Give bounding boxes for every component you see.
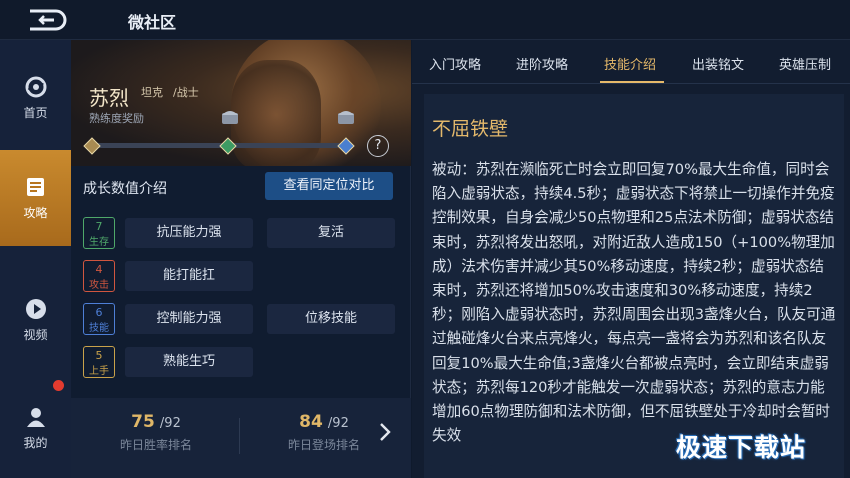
sidebar-item-home[interactable]: 首页 (0, 50, 71, 146)
skill-description: 被动：苏烈在濒临死亡时会立即回复70%最大生命值，同时会陷入虚弱状态，持续4.5… (432, 161, 836, 445)
win-rate-rank-total: /92 (159, 416, 181, 431)
notification-dot (53, 380, 64, 391)
growth-tag: 控制能力强 (125, 304, 253, 334)
rank-stats[interactable]: 75 /92 昨日胜率排名 84 /92 昨日登场排名 (71, 398, 411, 478)
tab-beginner-guide[interactable]: 入门攻略 (429, 54, 481, 73)
level-number: 6 (95, 306, 103, 319)
level-box-skill: 6 技能 (83, 303, 115, 335)
content-panel: 入门攻略 进阶攻略 技能介绍 出装铭文 英雄压制 不屈铁壁 被动：苏烈在濒临死亡… (412, 40, 850, 478)
home-swirl-icon (25, 76, 46, 97)
level-box-survival: 7 生存 (83, 217, 115, 249)
growth-tag: 抗压能力强 (125, 218, 253, 248)
level-number: 4 (95, 263, 103, 276)
proficiency-reward-label: 熟练度奖励 (89, 112, 144, 125)
level-number: 5 (95, 349, 103, 362)
level-box-ease: 5 上手 (83, 346, 115, 378)
back-arrow-icon[interactable] (26, 8, 68, 32)
hero-role-primary: 坦克 (141, 86, 163, 99)
top-bar: 微社区 (0, 0, 850, 40)
active-tab-indicator (600, 81, 664, 83)
sidebar-item-label: 首页 (23, 105, 48, 120)
hero-panel: 苏烈 坦克 /战士 熟练度奖励 ? 成长数值介绍 查看同定位对比 7 生存 抗压… (71, 40, 411, 478)
sidebar-item-label: 我的 (23, 435, 48, 450)
hero-portrait-shadow (231, 60, 321, 166)
sidebar-item-video[interactable]: 视频 (0, 272, 71, 368)
chevron-right-icon[interactable] (377, 422, 393, 442)
growth-title: 成长数值介绍 (83, 181, 167, 197)
tab-skill-intro[interactable]: 技能介绍 (604, 54, 656, 73)
growth-tag: 复活 (267, 218, 395, 248)
sidebar-item-profile[interactable]: 我的 (0, 380, 71, 476)
appearance-rank-total: /92 (327, 416, 349, 431)
sidebar-item-label: 攻略 (23, 205, 48, 220)
appearance-rank-label: 昨日登场排名 (287, 438, 360, 452)
watermark: 极速下载站 (676, 433, 807, 462)
reward-chest-icon (222, 111, 238, 124)
skill-name: 不屈铁壁 (432, 118, 509, 140)
rank-bronze-icon (83, 137, 101, 155)
appearance-rank-value: 84 (299, 412, 323, 432)
help-button[interactable]: ? (367, 135, 389, 157)
sidebar-item-label: 视频 (23, 327, 48, 342)
level-kind: 上手 (89, 366, 109, 377)
video-play-icon (25, 298, 46, 319)
compare-same-role-button[interactable]: 查看同定位对比 (265, 172, 393, 200)
hero-role-secondary: /战士 (173, 86, 199, 99)
guide-doc-icon (26, 177, 44, 196)
growth-tag: 熟能生巧 (125, 347, 253, 377)
rank-emerald-icon (219, 137, 237, 155)
tab-build-inscriptions[interactable]: 出装铭文 (692, 54, 744, 73)
level-box-attack: 4 攻击 (83, 260, 115, 292)
rank-diamond-icon (337, 137, 355, 155)
hero-banner: 苏烈 坦克 /战士 熟练度奖励 ? (71, 40, 411, 166)
page-title: 微社区 (128, 13, 177, 32)
level-kind: 攻击 (89, 280, 109, 291)
level-kind: 技能 (89, 323, 109, 334)
level-kind: 生存 (89, 237, 109, 248)
sidebar: 首页 攻略 视频 我的 (0, 40, 71, 478)
win-rate-rank: 75 /92 昨日胜率排名 (111, 412, 201, 453)
stats-divider (239, 418, 240, 454)
hero-name: 苏烈 (89, 86, 129, 110)
reward-chest-icon (338, 111, 354, 124)
tab-advanced-guide[interactable]: 进阶攻略 (516, 54, 568, 73)
win-rate-rank-value: 75 (131, 412, 155, 432)
level-number: 7 (95, 220, 103, 233)
win-rate-rank-label: 昨日胜率排名 (119, 438, 192, 452)
growth-tag: 能打能扛 (125, 261, 253, 291)
appearance-rank: 84 /92 昨日登场排名 (279, 412, 369, 453)
tab-bar: 入门攻略 进阶攻略 技能介绍 出装铭文 英雄压制 (412, 40, 850, 84)
growth-tag: 位移技能 (267, 304, 395, 334)
tab-hero-counter[interactable]: 英雄压制 (779, 54, 831, 73)
sidebar-item-guide[interactable]: 攻略 (0, 150, 71, 246)
user-icon (26, 407, 45, 427)
